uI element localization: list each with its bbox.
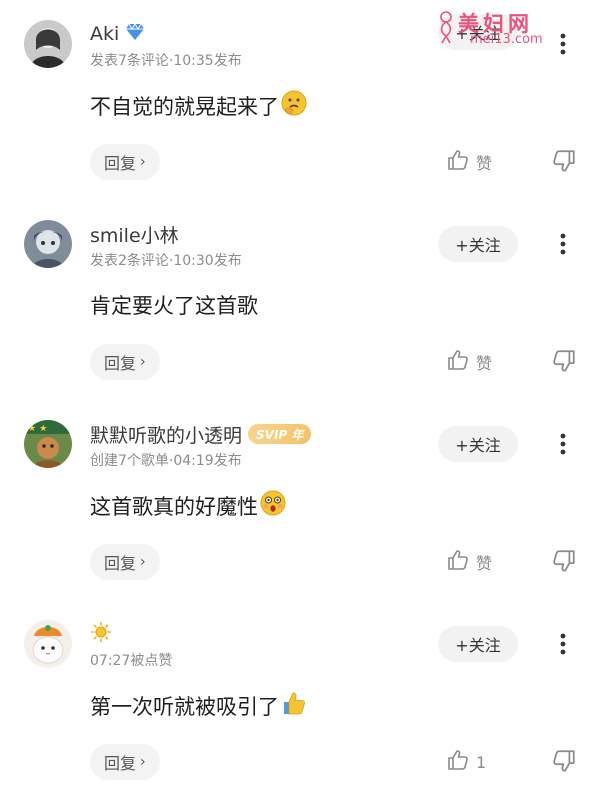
comment-item: ★ ★ 默默听歌的小透明 SVIP 年 创建7个歌单·04:19发布 这首歌真的…: [0, 420, 600, 590]
reply-button[interactable]: 回复 ›: [90, 344, 160, 380]
watermark-logo-icon: [436, 10, 456, 48]
follow-button[interactable]: +关注: [438, 626, 518, 662]
like-button[interactable]: 赞: [446, 146, 492, 178]
svip-badge: SVIP 年: [248, 424, 312, 444]
like-button[interactable]: 1: [446, 746, 486, 778]
like-label: 赞: [476, 154, 493, 173]
reply-button[interactable]: 回复 ›: [90, 544, 160, 580]
reply-button[interactable]: 回复 ›: [90, 744, 160, 780]
thumbs-down-icon[interactable]: [551, 748, 577, 774]
chevron-right-icon: ›: [140, 754, 146, 770]
more-icon[interactable]: [553, 628, 573, 660]
comment-meta: 发表7条评论·10:35发布: [90, 53, 242, 69]
reply-label: 回复: [104, 154, 137, 173]
reply-label: 回复: [104, 554, 137, 573]
username-row: 默默听歌的小透明 SVIP 年: [90, 420, 312, 448]
follow-button[interactable]: +关注: [438, 226, 518, 262]
reply-label: 回复: [104, 354, 137, 373]
thumbs-up-icon: [446, 748, 470, 776]
follow-button[interactable]: +关注: [438, 426, 518, 462]
sun-icon[interactable]: [90, 621, 112, 648]
thumbs-up-icon: [446, 348, 470, 376]
thumbs-down-icon[interactable]: [551, 348, 577, 374]
comment-meta: 创建7个歌单·04:19发布: [90, 453, 242, 469]
more-icon[interactable]: [553, 228, 573, 260]
avatar[interactable]: ★ ★: [24, 420, 72, 468]
chevron-right-icon: ›: [140, 354, 146, 370]
avatar[interactable]: [24, 620, 72, 668]
avatar[interactable]: [24, 20, 72, 68]
reply-label: 回复: [104, 754, 137, 773]
comment-text: 这首歌真的好魔性: [90, 494, 258, 519]
like-count: 1: [476, 752, 487, 772]
comment-text: 不自觉的就晃起来了: [90, 94, 279, 119]
svg-text:★ ★: ★ ★: [28, 424, 47, 434]
diamond-icon: [125, 22, 145, 46]
username[interactable]: smile小林: [90, 221, 179, 248]
thinking-face-emoji: [281, 90, 307, 121]
thumbs-up-emoji: [281, 690, 307, 721]
comment-text: 第一次听就被吸引了: [90, 694, 279, 719]
thumbs-down-icon[interactable]: [551, 148, 577, 174]
comment-content: 不自觉的就晃起来了: [90, 90, 307, 121]
thumbs-up-icon: [446, 548, 470, 576]
thumbs-up-icon: [446, 148, 470, 176]
more-icon[interactable]: [553, 428, 573, 460]
comment-meta: 发表2条评论·10:30发布: [90, 253, 242, 269]
comment-content: 第一次听就被吸引了: [90, 690, 307, 721]
like-label: 赞: [476, 354, 493, 373]
like-button[interactable]: 赞: [446, 546, 492, 578]
comment-item: 07:27被点赞 第一次听就被吸引了 回复 › +关注 1: [0, 620, 600, 790]
comment-meta: 07:27被点赞: [90, 653, 173, 669]
watermark: 美妇网 mei13.com: [436, 6, 576, 54]
username[interactable]: Aki: [90, 23, 119, 45]
watermark-url: mei13.com: [470, 32, 543, 47]
username-row: smile小林: [90, 220, 179, 248]
username-row: [90, 620, 112, 648]
chevron-right-icon: ›: [140, 554, 146, 570]
thumbs-down-icon[interactable]: [551, 548, 577, 574]
reply-button[interactable]: 回复 ›: [90, 144, 160, 180]
username-row: Aki: [90, 20, 145, 48]
comment-item: smile小林 发表2条评论·10:30发布 肯定要火了这首歌 回复 › +关注…: [0, 220, 600, 390]
like-button[interactable]: 赞: [446, 346, 492, 378]
avatar[interactable]: [24, 220, 72, 268]
comment-content: 这首歌真的好魔性: [90, 490, 286, 521]
like-label: 赞: [476, 554, 493, 573]
username[interactable]: 默默听歌的小透明: [90, 421, 242, 448]
comment-text: 肯定要火了这首歌: [90, 294, 258, 318]
astonished-face-emoji: [260, 490, 286, 521]
chevron-right-icon: ›: [140, 154, 146, 170]
comment-content: 肯定要火了这首歌: [90, 290, 258, 320]
